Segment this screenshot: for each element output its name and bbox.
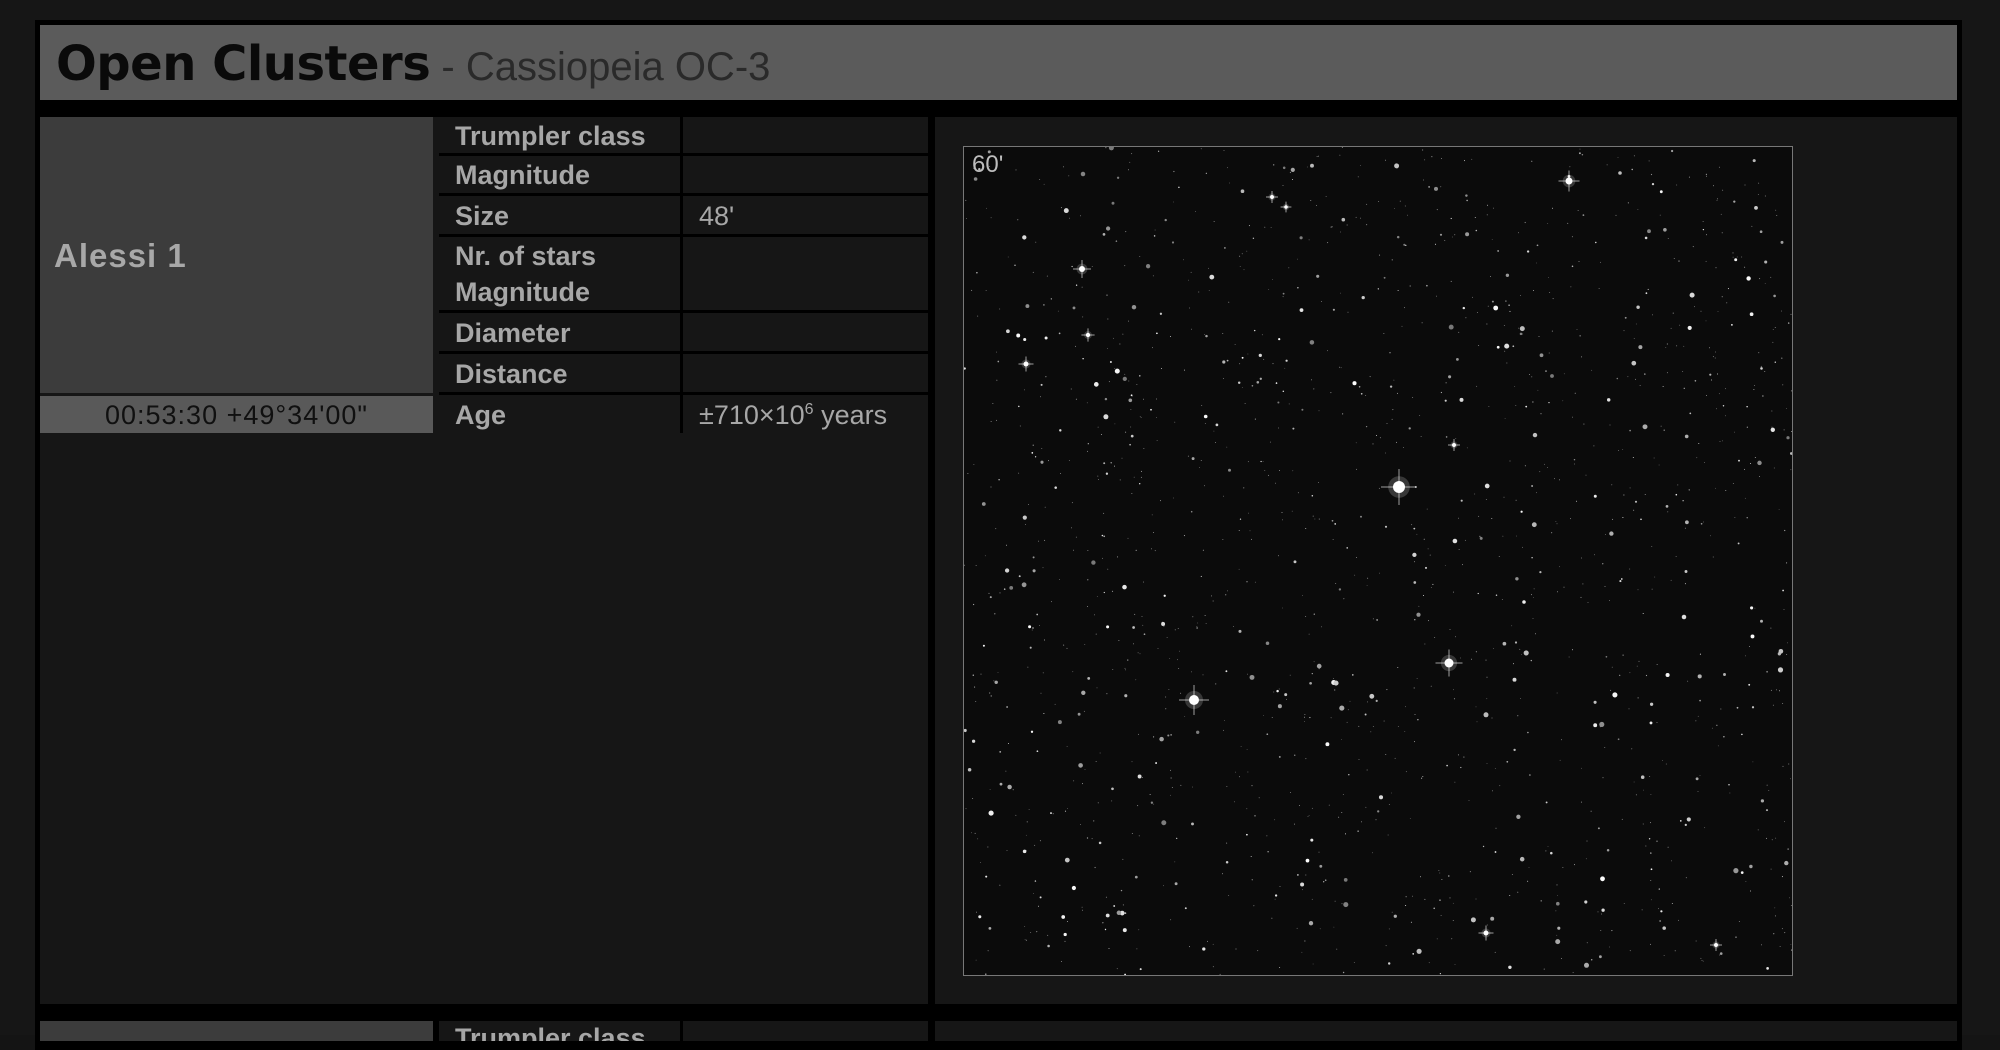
property-row-distance: Distance — [439, 354, 928, 392]
next-property-label: Trumpler class — [439, 1021, 680, 1041]
page-header: Open Clusters - Cassiopeia OC-3 — [40, 25, 1957, 100]
next-cluster-name-box — [40, 1021, 433, 1041]
property-label: Magnitude — [439, 156, 680, 193]
properties-table: Trumpler class Magnitude Size 48' Nr. of… — [439, 117, 928, 433]
property-label: Diameter — [439, 313, 680, 351]
property-value — [683, 117, 928, 153]
cluster-name-box: Alessi 1 — [40, 117, 433, 393]
property-row-magnitude: Magnitude — [439, 156, 928, 193]
next-property-value — [683, 1021, 928, 1041]
page: Open Clusters - Cassiopeia OC-3 Alessi 1… — [0, 0, 2000, 1050]
cluster-coordinates: 00:53:30 +49°34'00" — [40, 396, 433, 433]
property-row-trumpler-class: Trumpler class — [439, 117, 928, 153]
property-label: Age — [439, 395, 680, 433]
next-cluster-image-panel — [935, 1021, 1957, 1041]
property-value — [683, 237, 928, 310]
property-value: ±710×106 years — [683, 395, 928, 433]
cluster-sky-image: 60' — [963, 146, 1793, 976]
cluster-name: Alessi 1 — [54, 237, 187, 274]
property-row-age: Age ±710×106 years — [439, 395, 928, 433]
property-row-size: Size 48' — [439, 196, 928, 234]
property-value — [683, 156, 928, 193]
property-value — [683, 313, 928, 351]
property-row-nr-of-stars: Nr. of stars Magnitude — [439, 237, 928, 310]
property-label: Distance — [439, 354, 680, 392]
page-subtitle: - Cassiopeia OC-3 — [430, 45, 771, 89]
property-label: Nr. of stars Magnitude — [439, 237, 680, 310]
property-value: 48' — [683, 196, 928, 234]
property-row-diameter: Diameter — [439, 313, 928, 351]
star-field — [964, 147, 1792, 975]
page-title: Open Clusters — [56, 36, 431, 92]
property-value — [683, 354, 928, 392]
property-label: Trumpler class — [439, 117, 680, 153]
property-label: Size — [439, 196, 680, 234]
field-of-view-label: 60' — [972, 151, 1004, 178]
